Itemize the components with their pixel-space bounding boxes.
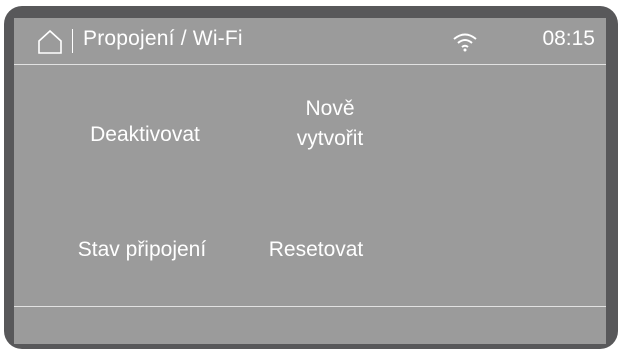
- connection-status-label: Stav připojení: [77, 238, 207, 261]
- page-title: Propojení / Wi-Fi: [83, 27, 243, 50]
- header-separator: [14, 64, 606, 65]
- header-bar: Propojení / Wi-Fi 08:15: [14, 18, 606, 63]
- home-icon[interactable]: [37, 29, 63, 55]
- create-new-button[interactable]: Nově vytvořit: [235, 96, 425, 152]
- reset-button[interactable]: Resetovat: [241, 237, 391, 263]
- device-bezel: Propojení / Wi-Fi 08:15 Deaktivovat Nově…: [4, 6, 618, 349]
- clock-time: 08:15: [542, 27, 595, 50]
- deactivate-button[interactable]: Deaktivovat: [50, 122, 240, 148]
- header-divider: [72, 29, 73, 53]
- connection-status-button[interactable]: Stav připojení: [40, 237, 244, 263]
- reset-label: Resetovat: [268, 238, 364, 261]
- deactivate-label: Deaktivovat: [90, 123, 200, 146]
- create-new-label-line1: Nově: [305, 97, 355, 120]
- display-screen: Propojení / Wi-Fi 08:15 Deaktivovat Nově…: [14, 18, 606, 344]
- footer-separator: [14, 306, 606, 307]
- wifi-icon: [453, 33, 477, 52]
- create-new-label-line2: vytvořit: [296, 127, 364, 150]
